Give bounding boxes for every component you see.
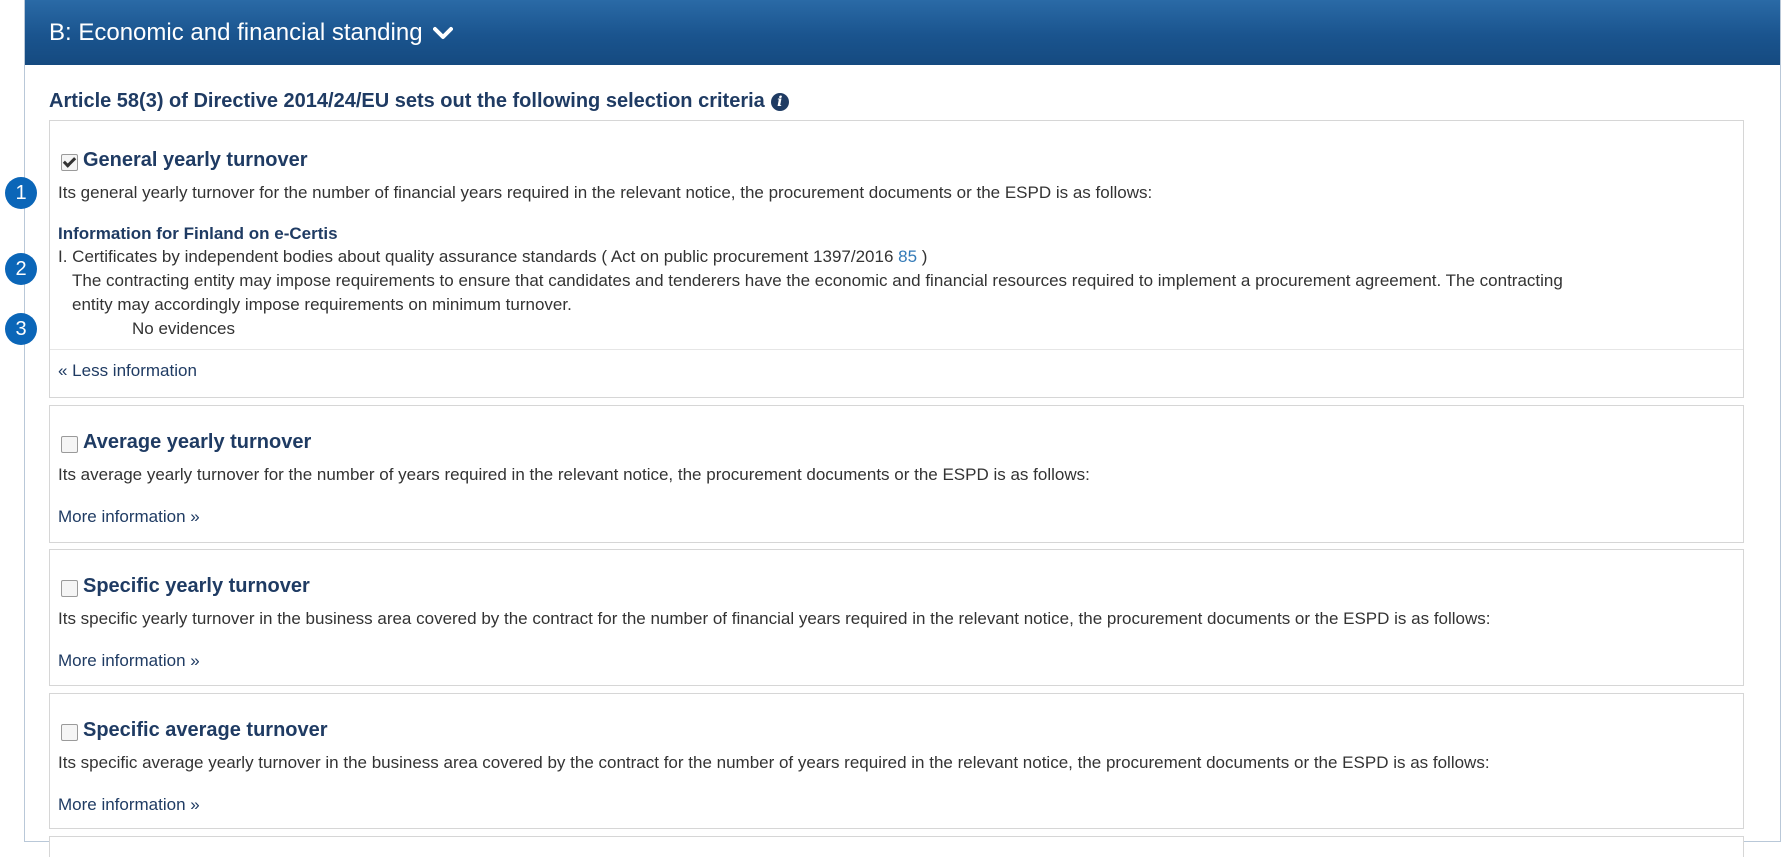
criterion-checkbox[interactable]: [61, 154, 78, 171]
evidence-status: No evidences: [132, 319, 236, 338]
criterion-card-specific-yearly-turnover: Specific yearly turnover Its specific ye…: [49, 549, 1744, 686]
certificate-text-line2: entity may accordingly impose requiremen…: [72, 295, 572, 314]
panel-header[interactable]: B: Economic and financial standing: [25, 0, 1780, 65]
criterion-description: Its specific average yearly turnover in …: [58, 753, 1490, 772]
annotation-badge-1: 1: [5, 177, 37, 209]
economic-financial-panel: B: Economic and financial standing Artic…: [24, 0, 1781, 857]
criterion-description: Its specific yearly turnover in the busi…: [58, 609, 1491, 628]
certificate-item: I. Certificates by independent bodies ab…: [58, 247, 927, 267]
annotation-badge-3: 3: [5, 313, 37, 345]
ecertis-heading: Information for Finland on e-Certis: [58, 224, 338, 243]
criterion-card-next: [49, 836, 1744, 857]
panel-title: B: Economic and financial standing: [49, 18, 423, 46]
criterion-description: Its average yearly turnover for the numb…: [58, 465, 1090, 484]
criterion-title: Average yearly turnover: [83, 431, 312, 453]
criterion-card-specific-average-turnover: Specific average turnover Its specific a…: [49, 693, 1744, 829]
more-information-link[interactable]: More information »: [58, 795, 200, 815]
criterion-title: Specific average turnover: [83, 719, 328, 741]
criterion-card-average-yearly-turnover: Average yearly turnover Its average year…: [49, 405, 1744, 543]
criterion-description: Its general yearly turnover for the numb…: [58, 183, 1153, 202]
certificate-text-line1: The contracting entity may impose requir…: [72, 271, 1563, 290]
divider: [50, 349, 1743, 350]
criterion-checkbox[interactable]: [61, 436, 78, 453]
less-information-link[interactable]: « Less information: [58, 361, 197, 381]
more-information-link[interactable]: More information »: [58, 651, 200, 671]
certificate-item-text: I. Certificates by independent bodies ab…: [58, 247, 899, 266]
more-information-link[interactable]: More information »: [58, 507, 200, 527]
criterion-checkbox[interactable]: [61, 580, 78, 597]
annotation-badge-2: 2: [5, 253, 37, 285]
certificate-item-close: ): [917, 247, 928, 266]
article-link[interactable]: 85: [898, 247, 917, 266]
criterion-checkbox[interactable]: [61, 724, 78, 741]
criterion-title: Specific yearly turnover: [83, 575, 310, 597]
info-icon[interactable]: i: [770, 93, 789, 111]
criterion-card-general-yearly-turnover: General yearly turnover Its general year…: [49, 120, 1744, 398]
chevron-down-icon[interactable]: [432, 23, 453, 43]
criterion-title: General yearly turnover: [83, 149, 308, 171]
selection-criteria-intro: Article 58(3) of Directive 2014/24/EU se…: [49, 90, 789, 113]
intro-text: Article 58(3) of Directive 2014/24/EU se…: [49, 90, 765, 112]
